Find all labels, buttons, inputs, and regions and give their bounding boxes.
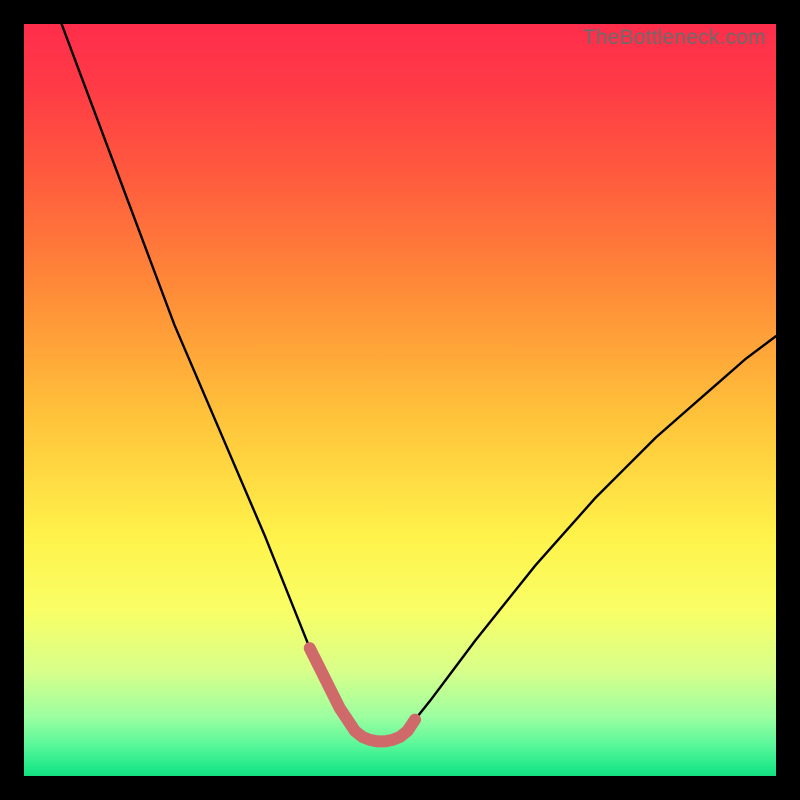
bottleneck-highlight — [310, 648, 415, 741]
plot-area: TheBottleneck.com — [24, 24, 776, 776]
chart-svg — [24, 24, 776, 776]
outer-frame: TheBottleneck.com — [0, 0, 800, 800]
bottleneck-curve — [62, 24, 776, 741]
watermark-text: TheBottleneck.com — [583, 26, 766, 50]
